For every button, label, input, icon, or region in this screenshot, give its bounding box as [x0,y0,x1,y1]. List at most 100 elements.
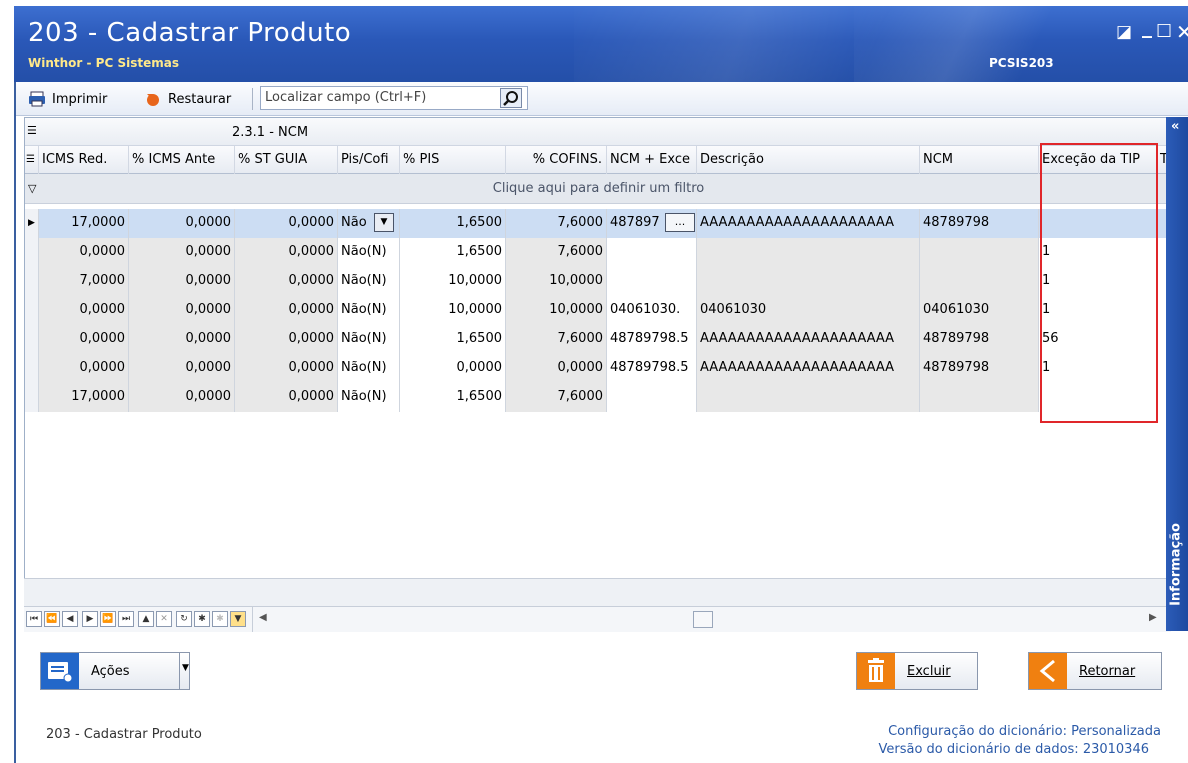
cell-icms-ante[interactable]: 0,0000 [129,354,235,383]
cell-st-guia[interactable]: 0,0000 [235,238,338,267]
insert-icon[interactable]: ▲ [138,611,154,627]
row-indicator[interactable] [25,354,39,383]
cell-pis[interactable]: 0,0000 [400,354,506,383]
minimize-button[interactable]: _ [1142,16,1152,36]
column-header-icms-red[interactable]: ICMS Red. [39,146,129,174]
row-indicator[interactable] [25,238,39,267]
column-header-pis-cofins[interactable]: Pis/Cofi [338,146,400,174]
prev-record-icon[interactable]: ◀ [62,611,78,627]
cell-pis-cofins[interactable]: Não(N) [338,383,400,412]
cell-pis-cofins[interactable]: Não(N) [338,296,400,325]
search-input[interactable]: Localizar campo (Ctrl+F) [260,86,528,110]
column-header-pis[interactable]: % PIS [400,146,506,174]
row-indicator[interactable] [25,267,39,296]
cell-icms-red[interactable]: 7,0000 [39,267,129,296]
close-button[interactable]: ✕ [1176,22,1188,42]
refresh-icon[interactable]: ↻ [176,611,192,627]
filter-nav-icon[interactable]: ▼ [230,611,246,627]
table-row[interactable]: 0,0000 0,0000 0,0000 Não(N) 0,0000 0,0000 4878… [25,354,1170,383]
cell-cofins[interactable]: 7,6000 [506,238,607,267]
cell-ncm-exc[interactable] [607,267,697,296]
column-header-icms-ante[interactable]: % ICMS Ante [129,146,235,174]
cell-icms-red[interactable]: 0,0000 [39,325,129,354]
cell-icms-red[interactable]: 0,0000 [39,238,129,267]
cell-pis[interactable]: 1,6500 [400,325,506,354]
cell-st-guia[interactable]: 0,0000 [235,354,338,383]
column-header-st-guia[interactable]: % ST GUIA [235,146,338,174]
cell-descricao[interactable] [697,267,920,296]
cell-st-guia[interactable]: 0,0000 [235,325,338,354]
cell-cofins[interactable]: 7,6000 [506,383,607,412]
filter-row[interactable]: ▽ Clique aqui para definir um filtro [25,174,1170,204]
retornar-button[interactable]: Retornar [1028,652,1162,690]
cell-ncm[interactable]: 48789798 [920,325,1039,354]
cell-pis[interactable]: 10,0000 [400,267,506,296]
maximize-button[interactable]: ☐ [1156,22,1172,42]
cell-st-guia[interactable]: 0,0000 [235,296,338,325]
cell-cofins[interactable]: 10,0000 [506,267,607,296]
cell-icms-ante[interactable]: 0,0000 [129,296,235,325]
cell-icms-red[interactable]: 0,0000 [39,296,129,325]
cell-pis[interactable]: 10,0000 [400,296,506,325]
table-row[interactable]: 0,0000 0,0000 0,0000 Não(N) 10,0000 10,0000 04… [25,296,1170,325]
cell-ncm[interactable] [920,267,1039,296]
table-row[interactable]: 0,0000 0,0000 0,0000 Não(N) 1,6500 7,6000 4878… [25,325,1170,354]
info-panel[interactable]: « Informação [1166,117,1188,631]
scroll-left-icon[interactable]: ◀ [259,612,267,623]
cell-pis-cofins[interactable]: Não(N) [338,354,400,383]
cell-pis[interactable]: 1,6500 [400,209,506,238]
dropdown-arrow-icon[interactable]: ▼ [182,663,189,673]
cell-ncm-exc[interactable]: 48789798.5 [607,354,697,383]
cell-pis-cofins[interactable]: Não(N) [338,267,400,296]
cell-descricao[interactable]: 04061030 [697,296,920,325]
cell-ncm-exc[interactable] [607,383,697,412]
cell-descricao[interactable] [697,238,920,267]
table-row[interactable]: 7,0000 0,0000 0,0000 Não(N) 10,0000 10,0000 1 [25,267,1170,296]
cell-pis-cofins[interactable]: Não(N) [338,238,400,267]
cell-icms-red[interactable]: 0,0000 [39,354,129,383]
table-row[interactable]: ▶ 17,0000 0,0000 0,0000 Não 1,6500 7,6000 48789… [25,209,1170,238]
cell-descricao[interactable]: AAAAAAAAAAAAAAAAAAAAA [697,325,920,354]
prev-page-icon[interactable]: ⏪ [44,611,60,627]
excluir-button[interactable]: Excluir [856,652,978,690]
cell-ncm-exc[interactable]: 04061030. [607,296,697,325]
row-indicator[interactable]: ▶ [25,209,39,238]
last-page-icon[interactable]: ⏭ [118,611,134,627]
column-header-ncm[interactable]: NCM [920,146,1039,174]
ellipsis-button[interactable]: ... [665,213,695,232]
restore-button[interactable]: Restaurar [144,88,231,110]
cell-icms-ante[interactable]: 0,0000 [129,209,235,238]
cell-descricao[interactable]: AAAAAAAAAAAAAAAAAAAAA [697,209,920,238]
search-icon[interactable] [500,88,522,108]
collapse-icon[interactable]: « [1171,119,1179,134]
next-record-icon[interactable]: ▶ [82,611,98,627]
cell-icms-red[interactable]: 17,0000 [39,209,129,238]
row-indicator[interactable] [25,383,39,412]
cell-descricao[interactable] [697,383,920,412]
first-page-icon[interactable]: ⏮ [26,611,42,627]
column-header-descricao[interactable]: Descrição [697,146,920,174]
row-indicator[interactable] [25,296,39,325]
cell-cofins[interactable]: 7,6000 [506,325,607,354]
cell-ncm[interactable]: 04061030 [920,296,1039,325]
column-header-cofins[interactable]: % COFINS. [506,146,607,174]
delete-icon[interactable]: ✕ [156,611,172,627]
restore-window-icon[interactable]: ◪ [1116,22,1132,42]
cell-st-guia[interactable]: 0,0000 [235,267,338,296]
cell-cofins[interactable]: 0,0000 [506,354,607,383]
next-page-icon[interactable]: ⏩ [100,611,116,627]
cell-ncm-exc[interactable]: 48789798.5 [607,325,697,354]
cell-cofins[interactable]: 7,6000 [506,209,607,238]
combo-dropdown-icon[interactable]: ▼ [374,213,394,232]
cell-icms-ante[interactable]: 0,0000 [129,238,235,267]
header-corner-icon[interactable]: ☰ [25,146,39,174]
cell-ncm[interactable] [920,238,1039,267]
table-row[interactable]: 0,0000 0,0000 0,0000 Não(N) 1,6500 7,6000 1 [25,238,1170,267]
cell-icms-ante[interactable]: 0,0000 [129,325,235,354]
cell-pis-cofins[interactable]: Não(N) [338,325,400,354]
scroll-thumb[interactable] [693,611,713,628]
cell-icms-ante[interactable]: 0,0000 [129,267,235,296]
column-chooser-icon[interactable]: ☰ [27,124,37,137]
cell-ncm-exc[interactable] [607,238,697,267]
cell-pis[interactable]: 1,6500 [400,383,506,412]
